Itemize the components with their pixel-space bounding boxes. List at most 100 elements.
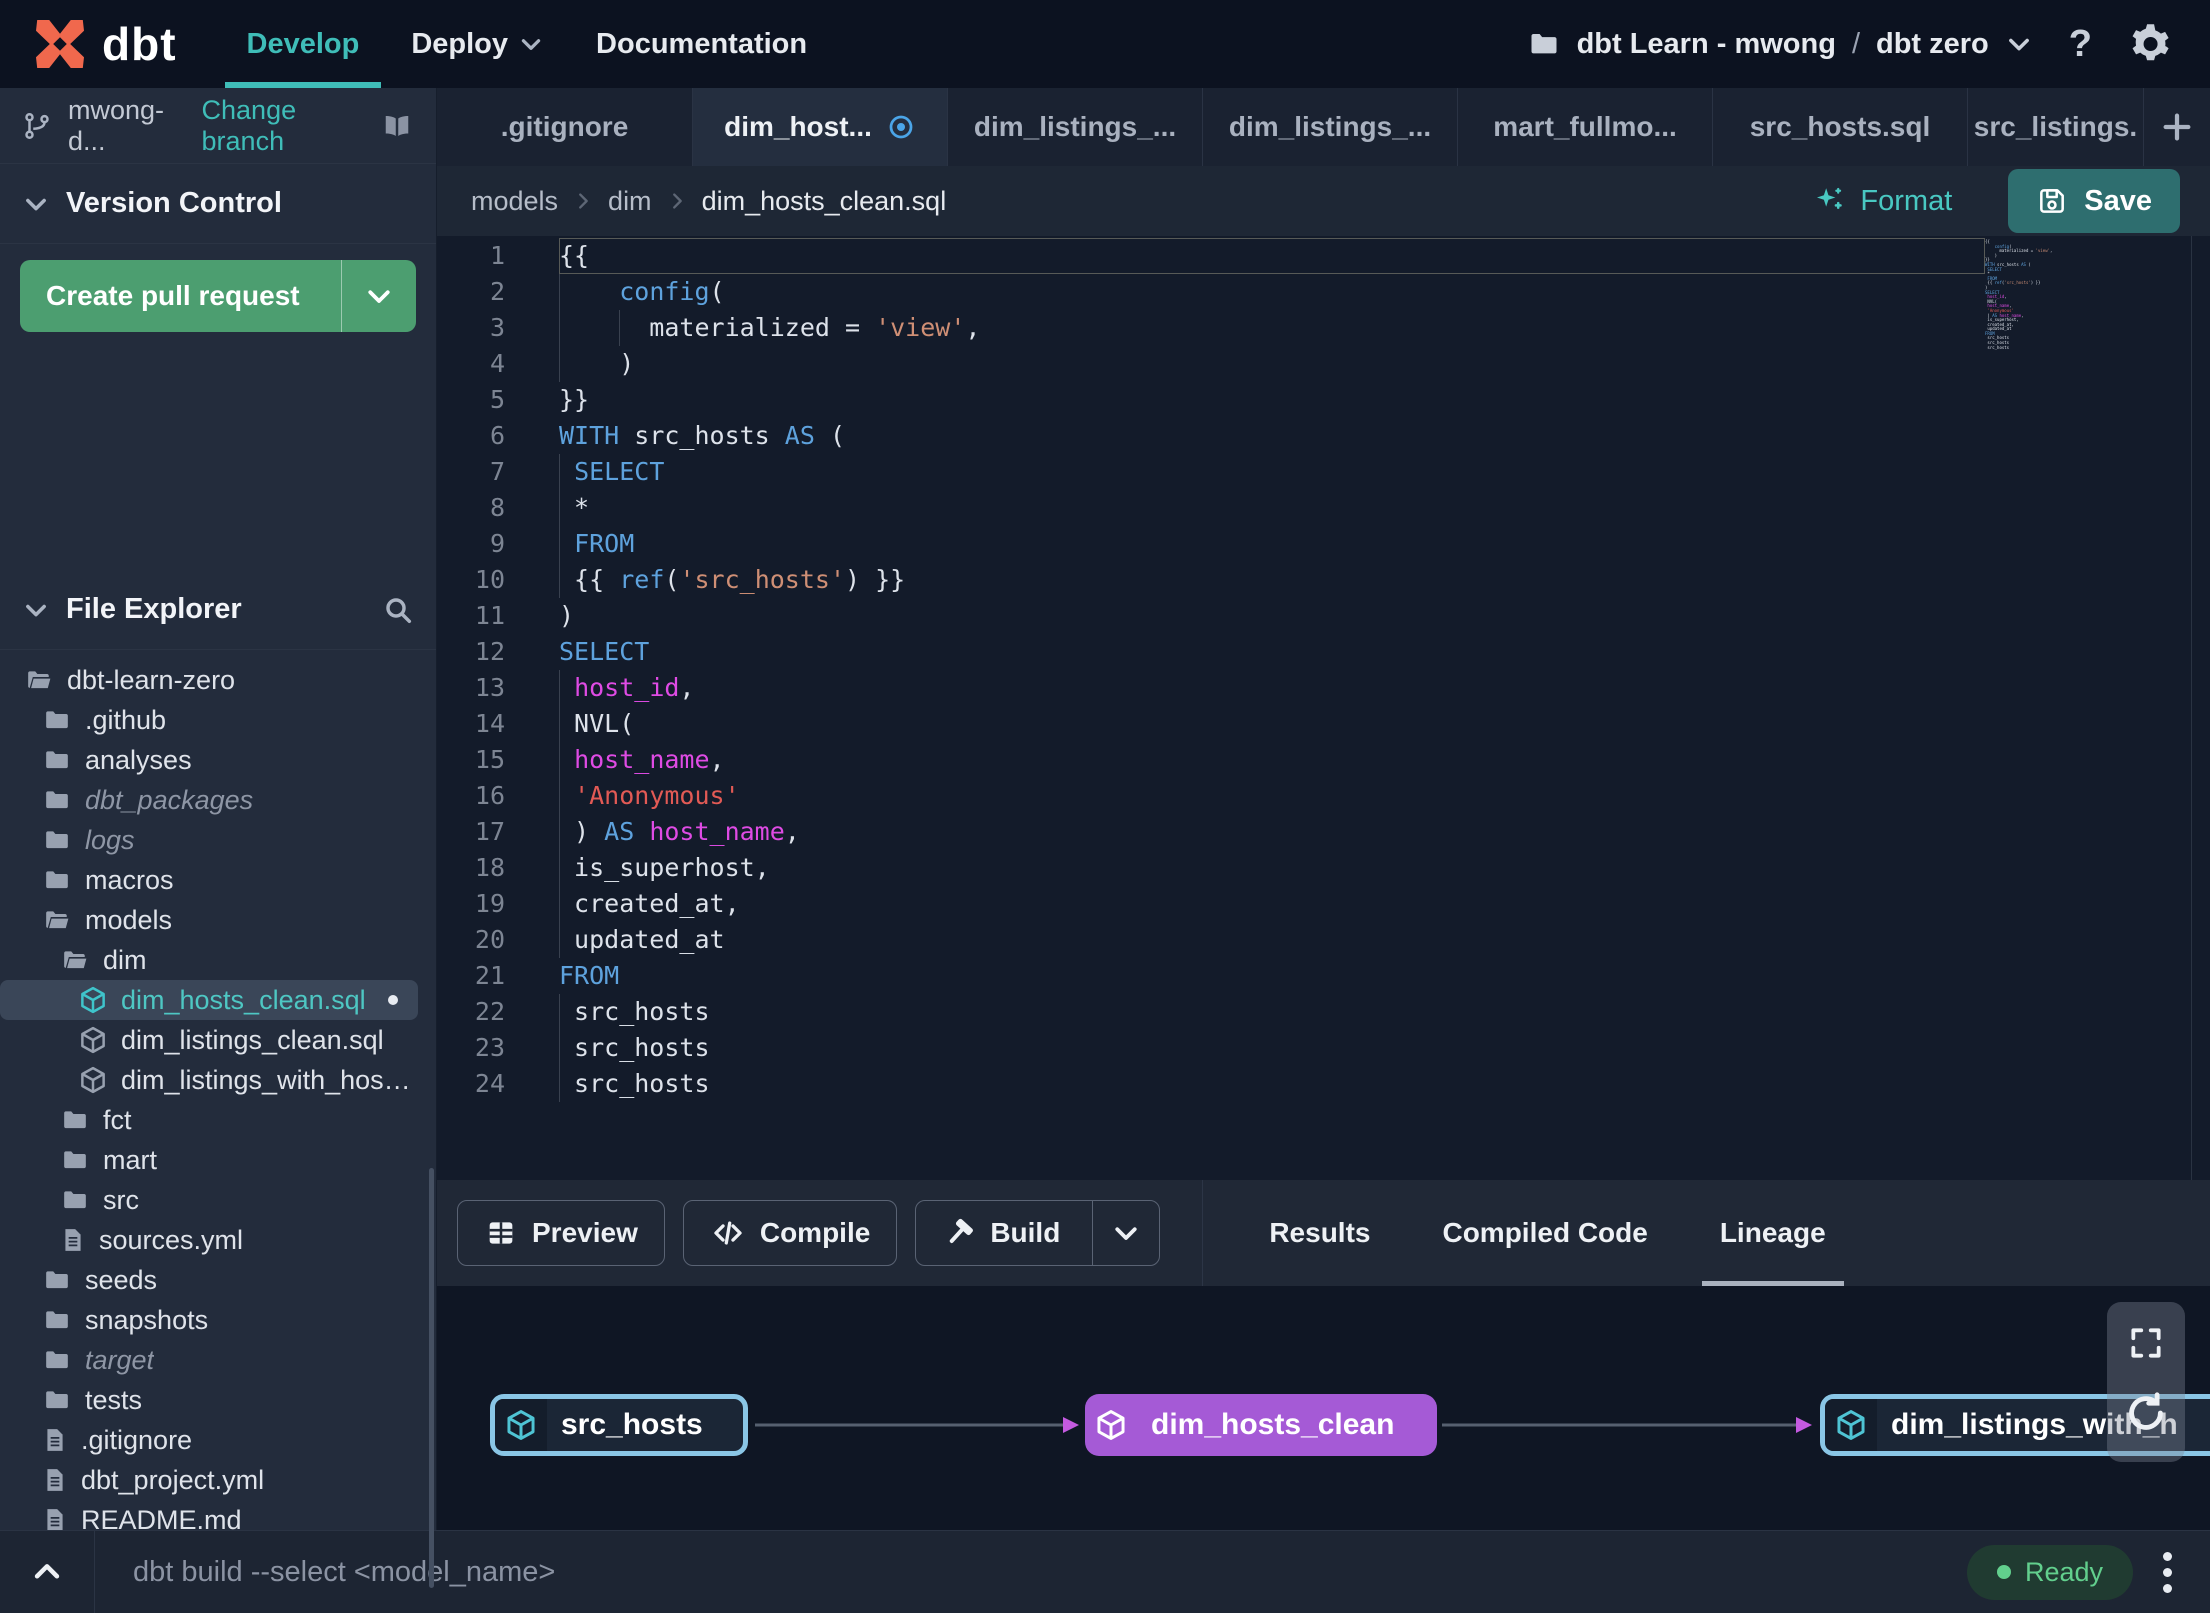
nav-develop[interactable]: Develop (221, 0, 386, 88)
code-line-21[interactable]: FROM (559, 958, 2210, 994)
code-area[interactable]: {{ config( materialized = 'view', )}} WIT… (559, 236, 2210, 1180)
tab-dim_listings_...[interactable]: dim_listings_... (1202, 88, 1457, 166)
tree-item-README.md[interactable]: README.md (0, 1500, 418, 1530)
tree-item-seeds[interactable]: seeds (0, 1260, 418, 1300)
refresh-icon[interactable] (2123, 1390, 2169, 1436)
tree-item-macros[interactable]: macros (0, 860, 418, 900)
file-explorer-header[interactable]: File Explorer (0, 570, 436, 650)
code-line-2[interactable]: config( (559, 274, 2210, 310)
tree-item-fct[interactable]: fct (0, 1100, 418, 1140)
project-selector[interactable]: dbt Learn - mwong / dbt zero (1527, 28, 2033, 61)
tree-item-dim_listings_clean.sql[interactable]: dim_listings_clean.sql (0, 1020, 418, 1060)
tab-src_listings.[interactable]: src_listings. (1967, 88, 2143, 166)
code-line-6[interactable]: WITH src_hosts AS ( (559, 418, 2210, 454)
tree-item-tests[interactable]: tests (0, 1380, 418, 1420)
lineage-node-src_hosts[interactable]: src_hosts (490, 1394, 748, 1456)
tree-item-logs[interactable]: logs (0, 820, 418, 860)
code-line-1[interactable]: {{ (559, 238, 2210, 274)
indent-guide (559, 490, 560, 526)
code-line-3[interactable]: materialized = 'view', (559, 310, 2210, 346)
lineage-node-dim_hosts_clean[interactable]: dim_hosts_clean (1085, 1394, 1437, 1456)
breadcrumb-models[interactable]: models (471, 186, 558, 217)
tab-mart_fullmo...[interactable]: mart_fullmo... (1457, 88, 1712, 166)
tree-item-dbt_packages[interactable]: dbt_packages (0, 780, 418, 820)
tree-item-dbt-learn-zero[interactable]: dbt-learn-zero (0, 660, 418, 700)
tree-item-models[interactable]: models (0, 900, 418, 940)
code-editor[interactable]: 1 2 3 4 5 6 7 8 9 10 11 12 13 14 15 16 17 18 19 20 21 22 23 24 … (437, 236, 2210, 1180)
breadcrumb-dim[interactable]: dim (608, 186, 652, 217)
code-line-17[interactable]: ) AS host_name, (559, 814, 2210, 850)
tree-item-dim_hosts_clean.sql[interactable]: dim_hosts_clean.sql (0, 980, 418, 1020)
panel-tab-results[interactable]: Results (1233, 1180, 1406, 1286)
code-line-11[interactable]: ) (559, 598, 2210, 634)
tree-item-snapshots[interactable]: snapshots (0, 1300, 418, 1340)
code-line-7[interactable]: SELECT (559, 454, 2210, 490)
code-line-24[interactable]: src_hosts (559, 1066, 2210, 1102)
nav-documentation[interactable]: Documentation (570, 0, 833, 88)
preview-button[interactable]: Preview (457, 1200, 665, 1266)
code-line-23[interactable]: src_hosts (559, 1030, 2210, 1066)
expand-console-button[interactable] (0, 1531, 95, 1613)
tree-item-src[interactable]: src (0, 1180, 418, 1220)
pr-dropdown-button[interactable] (342, 260, 416, 332)
tree-item-label: dbt_packages (85, 784, 254, 815)
code-line-5[interactable]: }} (559, 382, 2210, 418)
panel-tab-lineage[interactable]: Lineage (1684, 1180, 1862, 1286)
code-line-22[interactable]: src_hosts (559, 994, 2210, 1030)
panel-tab-compiled-code[interactable]: Compiled Code (1406, 1180, 1683, 1286)
gear-icon[interactable] (2128, 23, 2170, 65)
fullscreen-icon[interactable] (2127, 1324, 2165, 1362)
tree-item-label: .github (85, 704, 167, 735)
nav-deploy[interactable]: Deploy (385, 0, 570, 88)
line-number: 4 (489, 349, 505, 378)
editor-scrollbar[interactable] (2191, 236, 2192, 1180)
build-button[interactable]: Build (915, 1200, 1161, 1266)
command-input[interactable]: dbt build --select <model_name> (95, 1556, 1967, 1589)
tree-item-.gitignore[interactable]: .gitignore (0, 1420, 418, 1460)
book-icon[interactable] (380, 111, 414, 141)
format-button[interactable]: Format (1812, 184, 1952, 218)
tree-item-mart[interactable]: mart (0, 1140, 418, 1180)
compile-button[interactable]: Compile (682, 1200, 898, 1266)
code-line-9[interactable]: FROM (559, 526, 2210, 562)
dbt-logo[interactable]: dbt (0, 0, 221, 88)
tree-item-target[interactable]: target (0, 1340, 418, 1380)
change-branch-link[interactable]: Change branch (202, 95, 364, 157)
code-line-12[interactable]: SELECT (559, 634, 2210, 670)
code-line-14[interactable]: NVL( (559, 706, 2210, 742)
search-icon[interactable] (382, 594, 414, 626)
tab-.gitignore[interactable]: .gitignore (437, 88, 692, 166)
code-line-13[interactable]: host_id, (559, 670, 2210, 706)
tab-dim_host...[interactable]: dim_host... (692, 88, 947, 166)
build-label: Build (990, 1217, 1061, 1248)
folder-icon (42, 1387, 72, 1413)
tree-item-dim[interactable]: dim (0, 940, 418, 980)
tree-item-dim_listings_with_hosts...[interactable]: dim_listings_with_hosts... (0, 1060, 418, 1100)
kebab-menu-icon[interactable] (2159, 1548, 2176, 1597)
save-button[interactable]: Save (2008, 169, 2180, 233)
code-line-20[interactable]: updated_at (559, 922, 2210, 958)
help-button[interactable]: ? (2063, 23, 2098, 66)
code-line-8[interactable]: * (559, 490, 2210, 526)
tree-item-dbt_project.yml[interactable]: dbt_project.yml (0, 1460, 418, 1500)
build-dropdown-button[interactable] (1092, 1201, 1159, 1265)
code-line-19[interactable]: created_at, (559, 886, 2210, 922)
new-tab-button[interactable] (2143, 88, 2210, 166)
code-line-18[interactable]: is_superhost, (559, 850, 2210, 886)
code-line-10[interactable]: {{ ref('src_hosts') }} (559, 562, 2210, 598)
lineage-canvas[interactable]: src_hosts dim_hosts_clean dim_listings_wit… (437, 1286, 2210, 1530)
tree-item-label: dbt_project.yml (81, 1464, 265, 1495)
sidebar-scrollbar[interactable] (429, 1168, 434, 1588)
tab-dim_listings_...[interactable]: dim_listings_... (947, 88, 1202, 166)
create-pull-request-button[interactable]: Create pull request (20, 260, 416, 332)
preview-icon (484, 1216, 518, 1250)
tree-item-sources.yml[interactable]: sources.yml (0, 1220, 418, 1260)
minimap[interactable]: {{ config( materialized = 'view', )}} WIT… (1985, 239, 2081, 350)
code-line-15[interactable]: host_name, (559, 742, 2210, 778)
code-line-4[interactable]: ) (559, 346, 2210, 382)
version-control-header[interactable]: Version Control (0, 164, 436, 244)
code-line-16[interactable]: 'Anonymous' (559, 778, 2210, 814)
tree-item-analyses[interactable]: analyses (0, 740, 418, 780)
tree-item-.github[interactable]: .github (0, 700, 418, 740)
tab-src_hosts.sql[interactable]: src_hosts.sql (1712, 88, 1967, 166)
